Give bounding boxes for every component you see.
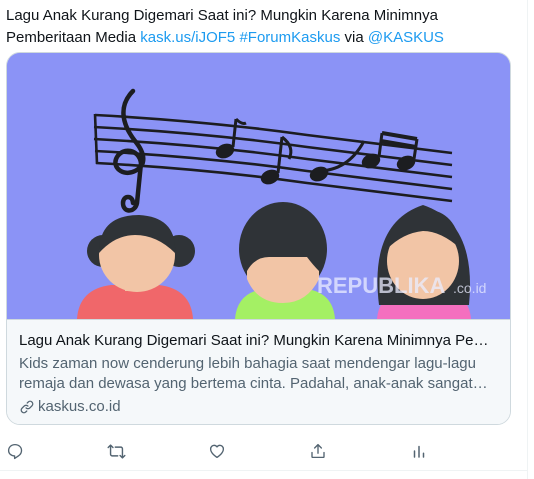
card-title: Lagu Anak Kurang Digemari Saat ini? Mung…	[19, 332, 500, 349]
tweet-actions	[0, 436, 534, 466]
retweet-icon	[106, 443, 126, 459]
link-icon	[20, 400, 34, 414]
music-children-illustration: REPUBLIKA .co.id	[7, 53, 510, 319]
tweet-text-line1: Lagu Anak Kurang Digemari Saat ini? Mung…	[6, 7, 438, 24]
watermark-suffix: .co.id	[453, 280, 486, 296]
hashtag-link[interactable]: #ForumKaskus	[239, 29, 340, 46]
analytics-icon	[413, 445, 425, 458]
mention-link[interactable]: @KASKUS	[368, 29, 444, 46]
tweet-text: Lagu Anak Kurang Digemari Saat ini? Mung…	[6, 5, 506, 49]
tweet-divider	[0, 470, 528, 471]
via-text: via	[340, 29, 368, 46]
heart-icon	[209, 444, 225, 459]
card-image[interactable]: REPUBLIKA .co.id	[7, 53, 510, 319]
link-preview-card[interactable]: REPUBLIKA .co.id Lagu Anak Kurang Digema…	[6, 52, 511, 425]
reply-icon	[7, 443, 23, 460]
tweet-text-line2: Pemberitaan Media	[6, 29, 141, 46]
reply-button[interactable]	[0, 436, 30, 466]
card-domain-text: kaskus.co.id	[38, 398, 121, 415]
timeline-border	[527, 0, 528, 479]
like-button[interactable]	[202, 436, 232, 466]
card-domain: kaskus.co.id	[19, 397, 500, 417]
tweet-link[interactable]: kask.us/iJOF5	[140, 29, 235, 46]
share-icon	[311, 443, 325, 459]
analytics-button[interactable]	[404, 436, 434, 466]
share-button[interactable]	[303, 436, 333, 466]
watermark-text: REPUBLIKA	[317, 273, 445, 298]
card-info[interactable]: Lagu Anak Kurang Digemari Saat ini? Mung…	[7, 319, 510, 424]
retweet-button[interactable]	[101, 436, 131, 466]
card-description: Kids zaman now cenderung lebih bahagia s…	[19, 355, 476, 392]
